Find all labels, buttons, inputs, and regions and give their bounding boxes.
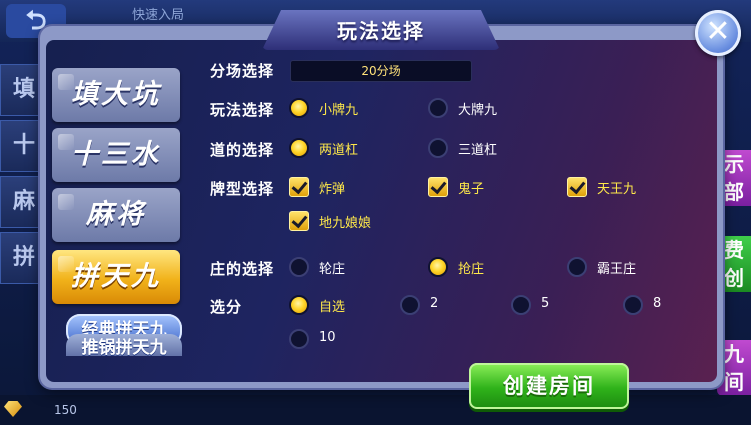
radio-button (428, 138, 448, 158)
option-label: 霸王庄 (597, 262, 637, 277)
option-label: 地九娘娘 (319, 216, 372, 231)
option-label: 三道杠 (458, 143, 498, 158)
radio-button (289, 98, 309, 118)
venue-label: 分场选择 (210, 62, 275, 80)
radio-button (567, 257, 587, 277)
option-label: 炸弹 (319, 182, 346, 197)
option-label: 天王九 (597, 182, 637, 197)
close-icon[interactable]: ✕ (695, 10, 741, 56)
diamond-count: 150 (54, 403, 77, 417)
score-label: 选分 (210, 298, 243, 316)
radio-button (428, 98, 448, 118)
venue-field[interactable]: 20分场 (290, 60, 472, 82)
shine-decoration (58, 134, 74, 150)
banker-label: 庄的选择 (210, 260, 275, 278)
dialog-title: 玩法选择 (337, 19, 425, 43)
radio-button (623, 295, 643, 315)
create-room-button[interactable]: 创建房间 (469, 363, 629, 409)
option-label: 大牌九 (458, 103, 498, 118)
sidebar-item-majiang[interactable]: 麻将 (52, 188, 180, 242)
option-label: 轮庄 (319, 262, 346, 277)
shine-decoration (58, 74, 74, 90)
option-label: 抢庄 (458, 262, 485, 277)
lobby-bottom-bar (0, 395, 751, 425)
sidebar-item-tiandakeng[interactable]: 填大坑 (52, 68, 180, 122)
radio-button (428, 257, 448, 277)
shine-decoration (58, 194, 74, 210)
checkbox (289, 177, 309, 197)
shine-decoration (58, 256, 74, 272)
option-label: 2 (430, 296, 439, 311)
checkbox (428, 177, 448, 197)
option-label: 自选 (319, 300, 346, 315)
sub-item-tuiguo[interactable]: 推锅拼天九 (66, 334, 182, 358)
sidebar-item-label: 拼天九 (71, 261, 161, 292)
sidebar-item-pintianjiu[interactable]: 拼天九 (52, 250, 180, 304)
sidebar-item-label: 填大坑 (71, 79, 161, 110)
checkbox (289, 211, 309, 231)
option-label: 10 (319, 330, 336, 345)
play-mode-label: 玩法选择 (210, 101, 275, 119)
radio-button (289, 138, 309, 158)
radio-button (511, 295, 531, 315)
quick-join-label: 快速入局 (132, 8, 185, 23)
option-label: 两道杠 (319, 143, 359, 158)
option-label: 小牌九 (319, 103, 359, 118)
option-label: 8 (653, 296, 662, 311)
radio-button (289, 257, 309, 277)
radio-button (289, 295, 309, 315)
sidebar-item-label: 麻将 (86, 199, 146, 230)
radio-button (289, 329, 309, 349)
checkbox (567, 177, 587, 197)
option-label: 鬼子 (458, 182, 485, 197)
card-types-label: 牌型选择 (210, 180, 275, 198)
option-label: 5 (541, 296, 550, 311)
sidebar-item-shisanshui[interactable]: 十三水 (52, 128, 180, 182)
radio-button (400, 295, 420, 315)
sidebar-item-label: 十三水 (71, 139, 161, 170)
lanes-label: 道的选择 (210, 141, 275, 159)
